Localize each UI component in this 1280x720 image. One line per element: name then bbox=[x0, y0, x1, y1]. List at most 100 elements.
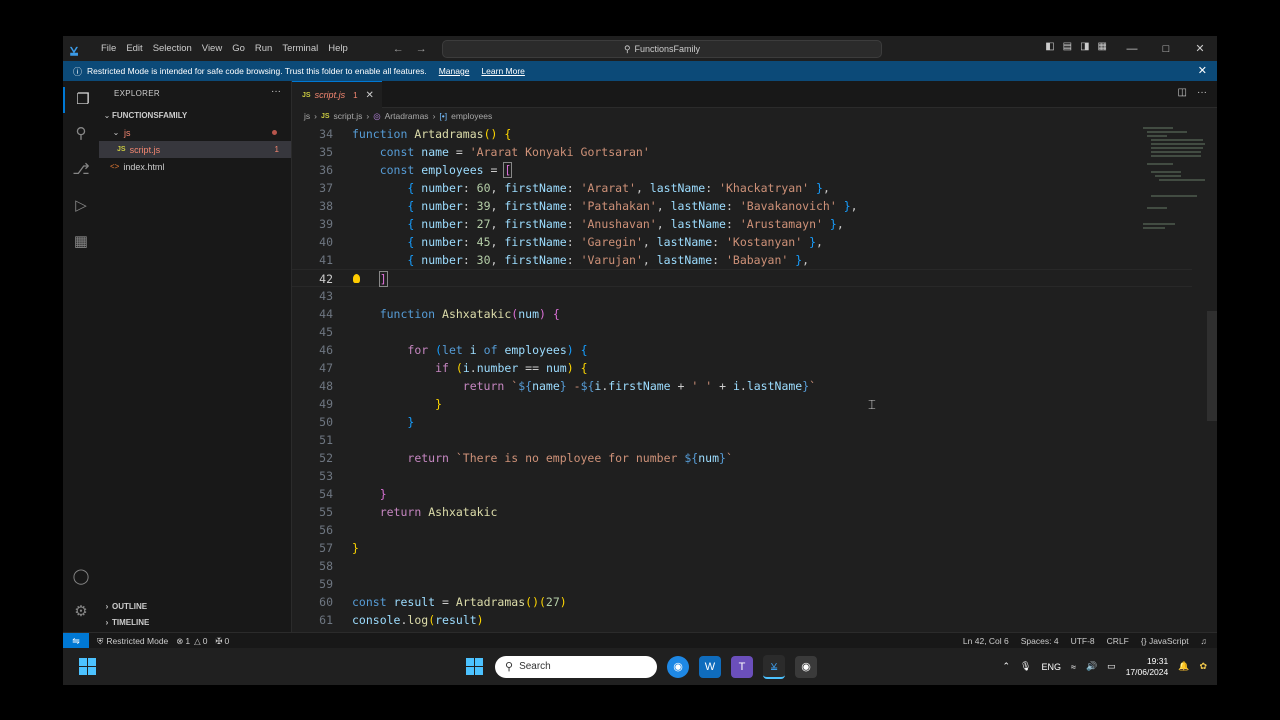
folder-root[interactable]: ⌄ FUNCTIONSFAMILY bbox=[99, 107, 291, 124]
forward-arrow-icon[interactable]: → bbox=[416, 43, 427, 55]
notifications-bell-icon[interactable]: ♫ bbox=[1201, 636, 1207, 646]
toggle-secondary-sidebar-icon[interactable]: ◨ bbox=[1080, 41, 1089, 52]
manage-link[interactable]: Manage bbox=[439, 66, 470, 76]
warning-count[interactable]: 0 bbox=[203, 636, 208, 646]
more-actions-icon[interactable]: ··· bbox=[271, 86, 281, 97]
minimize-button[interactable]: — bbox=[1115, 36, 1149, 61]
teams-icon[interactable]: T bbox=[731, 655, 753, 678]
problem-count: 1 bbox=[274, 145, 279, 154]
code-line: 59 bbox=[292, 575, 1192, 593]
menu-view[interactable]: View bbox=[197, 43, 227, 54]
breadcrumb-variable[interactable]: employees bbox=[451, 111, 492, 121]
minimap[interactable] bbox=[1141, 125, 1205, 235]
banner-close-icon[interactable]: ✕ bbox=[1198, 64, 1207, 77]
vscode-logo-icon: ⩣ bbox=[70, 40, 78, 56]
windows-start-icon[interactable] bbox=[463, 656, 485, 678]
maximize-button[interactable]: □ bbox=[1149, 36, 1183, 61]
index-html-label: index.html bbox=[123, 161, 165, 172]
webstorm-icon[interactable]: W bbox=[699, 655, 721, 678]
breadcrumb-function[interactable]: Artadramas bbox=[385, 111, 429, 121]
code-line: 47 if (i.number == num) { bbox=[292, 359, 1192, 377]
code-line: 53 bbox=[292, 467, 1192, 485]
code-line: 39 { number: 27, firstName: 'Anushavan',… bbox=[292, 215, 1192, 233]
tree-item-js-folder[interactable]: ⌄ js bbox=[99, 124, 291, 141]
function-symbol-icon: ◎ bbox=[373, 110, 381, 121]
tree-item-index-html[interactable]: <> index.html bbox=[99, 158, 291, 175]
explorer-sidebar: EXPLORER ··· ⌄ FUNCTIONSFAMILY ⌄ js JS s… bbox=[99, 81, 292, 632]
menu-file[interactable]: File bbox=[96, 43, 121, 54]
command-center[interactable]: ⚲ FunctionsFamily bbox=[442, 40, 882, 58]
close-button[interactable]: ✕ bbox=[1183, 36, 1217, 61]
outline-section[interactable]: › OUTLINE bbox=[99, 598, 291, 614]
learn-more-link[interactable]: Learn More bbox=[481, 66, 524, 76]
notifications-icon[interactable]: 🔔 bbox=[1178, 661, 1189, 672]
taskbar-center: ⚲ Search ◉ W T ⩣ ◉ bbox=[463, 654, 817, 679]
timeline-section[interactable]: › TIMELINE bbox=[99, 614, 291, 630]
explorer-icon[interactable]: ❐ bbox=[63, 87, 101, 113]
copilot-icon[interactable]: ✿ bbox=[1199, 661, 1207, 672]
tab-script-js[interactable]: JS script.js 1 ✕ bbox=[292, 81, 382, 108]
accounts-icon[interactable]: ◯ bbox=[63, 564, 99, 590]
menu-run[interactable]: Run bbox=[250, 43, 277, 54]
indentation[interactable]: Spaces: 4 bbox=[1021, 636, 1059, 646]
chevron-up-icon[interactable]: ⌃ bbox=[1003, 661, 1011, 672]
breadcrumb-folder[interactable]: js bbox=[304, 111, 310, 121]
split-editor-icon[interactable]: ◫ bbox=[1178, 87, 1187, 98]
code-line: 48 return `${name} -${i.firstName + ' ' … bbox=[292, 377, 1192, 395]
encoding[interactable]: UTF-8 bbox=[1071, 636, 1095, 646]
menu-go[interactable]: Go bbox=[227, 43, 250, 54]
menu-edit[interactable]: Edit bbox=[121, 43, 147, 54]
more-actions-icon[interactable]: ··· bbox=[1197, 87, 1207, 98]
line-number: 54 bbox=[319, 487, 333, 501]
code-line: 43 bbox=[292, 287, 1192, 305]
code-line: 38 { number: 39, firstName: 'Patahakan',… bbox=[292, 197, 1192, 215]
clock[interactable]: 19:31 17/06/2024 bbox=[1126, 656, 1169, 678]
vscode-taskbar-icon[interactable]: ⩣ bbox=[763, 654, 785, 679]
volume-icon[interactable]: 🔊 bbox=[1086, 661, 1097, 672]
toggle-panel-icon[interactable]: ▤ bbox=[1063, 41, 1072, 52]
wifi-icon[interactable]: ≈ bbox=[1071, 662, 1076, 672]
back-arrow-icon[interactable]: ← bbox=[393, 43, 404, 55]
battery-icon[interactable]: ▭ bbox=[1107, 661, 1116, 672]
menu-selection[interactable]: Selection bbox=[148, 43, 197, 54]
search-view-icon[interactable]: ⚲ bbox=[63, 121, 99, 147]
tree-item-script-js[interactable]: JS script.js 1 bbox=[99, 141, 291, 158]
toggle-sidebar-icon[interactable]: ◧ bbox=[1045, 41, 1054, 52]
code-line: 34 function Artadramas() { bbox=[292, 125, 1192, 143]
language-indicator[interactable]: ENG bbox=[1041, 662, 1061, 672]
breadcrumb-file[interactable]: script.js bbox=[334, 111, 363, 121]
line-ending[interactable]: CRLF bbox=[1107, 636, 1129, 646]
code-text: return `There is no employee for number … bbox=[407, 451, 733, 465]
cursor-position[interactable]: Ln 42, Col 6 bbox=[963, 636, 1009, 646]
code-text: } bbox=[435, 397, 443, 411]
customize-layout-icon[interactable]: ▦ bbox=[1098, 41, 1107, 52]
menu-terminal[interactable]: Terminal bbox=[277, 43, 323, 54]
taskbar-search[interactable]: ⚲ Search bbox=[495, 655, 657, 678]
ports-count[interactable]: 0 bbox=[225, 636, 230, 646]
code-line: 60 const result = Artadramas()(27) bbox=[292, 593, 1192, 611]
vertical-scrollbar[interactable] bbox=[1207, 311, 1217, 421]
line-number: 40 bbox=[319, 235, 333, 249]
recorder-icon[interactable]: ◉ bbox=[795, 655, 817, 678]
microphone-icon[interactable]: 🎙 bbox=[1020, 661, 1031, 672]
error-count[interactable]: 1 bbox=[185, 636, 190, 646]
banner-message: Restricted Mode is intended for safe cod… bbox=[87, 66, 427, 76]
source-control-icon[interactable]: ⎇ bbox=[63, 157, 99, 183]
line-number: 37 bbox=[319, 181, 333, 195]
language-mode[interactable]: {} JavaScript bbox=[1141, 636, 1189, 646]
tab-close-icon[interactable]: ✕ bbox=[366, 90, 374, 101]
line-number: 56 bbox=[319, 523, 333, 537]
menu-help[interactable]: Help bbox=[323, 43, 353, 54]
chrome-icon[interactable]: ◉ bbox=[667, 655, 689, 678]
chevron-right-icon: › bbox=[314, 111, 317, 121]
restricted-mode-status[interactable]: Restricted Mode bbox=[106, 636, 168, 646]
tab-problem-count: 1 bbox=[353, 90, 358, 100]
run-debug-icon[interactable]: ▷ bbox=[63, 193, 99, 219]
menu-bar: File Edit Selection View Go Run Terminal… bbox=[96, 43, 353, 54]
widgets-icon[interactable] bbox=[79, 658, 96, 675]
remote-icon[interactable]: ⇋ bbox=[63, 633, 89, 649]
script-js-label: script.js bbox=[129, 144, 161, 155]
extensions-icon[interactable]: ▦ bbox=[63, 229, 99, 255]
settings-gear-icon[interactable]: ⚙ bbox=[63, 599, 99, 625]
line-number: 59 bbox=[319, 577, 333, 591]
